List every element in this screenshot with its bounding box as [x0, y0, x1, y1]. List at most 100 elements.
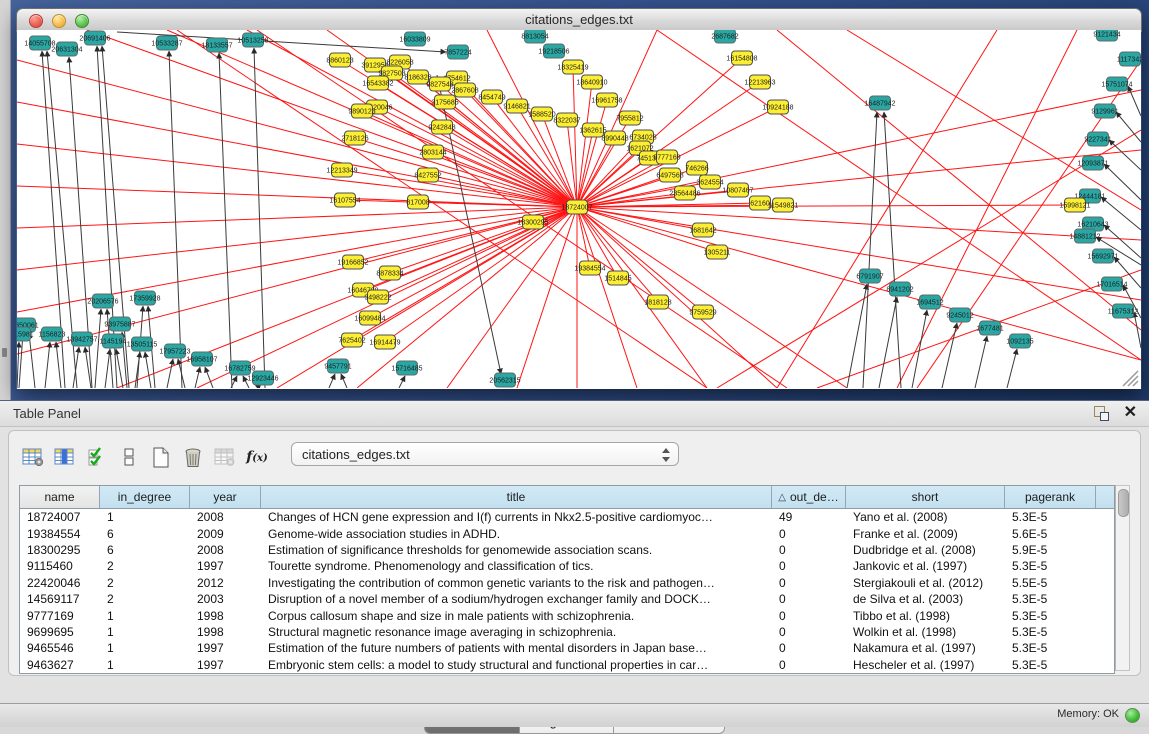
- graph-node[interactable]: 8427552: [414, 168, 441, 182]
- table-row[interactable]: 946554611997Estimation of the future num…: [20, 640, 1114, 656]
- table-cell[interactable]: 5.3E-5: [1005, 607, 1096, 623]
- table-cell[interactable]: 0: [772, 607, 846, 623]
- table-cell[interactable]: 2012: [190, 575, 261, 591]
- table-cell[interactable]: Wolkin et al. (1998): [846, 624, 1005, 640]
- table-cell[interactable]: 1997: [190, 558, 261, 574]
- delete-table-icon[interactable]: [181, 444, 205, 470]
- table-row[interactable]: 2242004622012Investigating the contribut…: [20, 575, 1114, 591]
- graph-node[interactable]: 2718126: [341, 131, 368, 145]
- table-row[interactable]: 969969511998Structural magnetic resonanc…: [20, 624, 1114, 640]
- graph-node[interactable]: 8941202: [886, 282, 913, 296]
- graph-node[interactable]: 12093871: [1077, 156, 1108, 170]
- table-cell[interactable]: Hescheler et al. (1997): [846, 657, 1005, 673]
- graph-node[interactable]: 1156823: [39, 327, 66, 341]
- graph-node[interactable]: 2803144: [419, 145, 446, 159]
- graph-node[interactable]: 1305211: [704, 245, 731, 259]
- graph-node[interactable]: 8813054: [521, 30, 548, 43]
- table-cell[interactable]: 2009: [190, 525, 261, 541]
- table-settings-icon[interactable]: [21, 444, 45, 470]
- table-row[interactable]: 946362711997Embryonic stem cells: a mode…: [20, 657, 1114, 673]
- table-cell[interactable]: Embryonic stem cells: a model to study s…: [261, 657, 772, 673]
- column-header-pagerank[interactable]: pagerank: [1005, 486, 1096, 508]
- table-cell[interactable]: Estimation of significance thresholds fo…: [261, 542, 772, 558]
- graph-node[interactable]: 9890123: [348, 104, 375, 118]
- graph-node[interactable]: 3175685: [431, 95, 458, 109]
- graph-node[interactable]: 746266: [685, 161, 708, 175]
- graph-node[interactable]: 1145194: [100, 334, 127, 348]
- show-columns-icon[interactable]: [53, 444, 77, 470]
- graph-node[interactable]: 16154808: [726, 51, 757, 65]
- graph-node[interactable]: 11549821: [768, 198, 799, 212]
- table-cell[interactable]: 5.6E-5: [1005, 525, 1096, 541]
- table-cell[interactable]: 22420046: [20, 575, 100, 591]
- graph-node[interactable]: 19218506: [538, 44, 569, 58]
- graph-node[interactable]: 8860123: [326, 53, 353, 67]
- graph-node[interactable]: 17016514: [1096, 277, 1127, 291]
- graph-node[interactable]: 817008: [406, 195, 429, 209]
- graph-node[interactable]: 7955812: [616, 111, 643, 125]
- table-cell[interactable]: 1997: [190, 657, 261, 673]
- graph-node[interactable]: 1117342: [1117, 52, 1141, 66]
- table-vertical-scrollbar[interactable]: [1115, 485, 1130, 671]
- table-cell[interactable]: 2: [100, 591, 190, 607]
- table-cell[interactable]: 0: [772, 525, 846, 541]
- table-cell[interactable]: Disruption of a novel member of a sodium…: [261, 591, 772, 607]
- table-cell[interactable]: 5.5E-5: [1005, 575, 1096, 591]
- select-rows-icon[interactable]: [85, 444, 109, 470]
- table-cell[interactable]: 0: [772, 657, 846, 673]
- graph-node[interactable]: 9121434: [1093, 30, 1120, 41]
- table-cell[interactable]: Tibbo et al. (1998): [846, 607, 1005, 623]
- table-cell[interactable]: Genome-wide association studies in ADHD.: [261, 525, 772, 541]
- graph-node[interactable]: 16914479: [369, 335, 400, 349]
- graph-node[interactable]: 8454749: [478, 90, 505, 104]
- graph-node[interactable]: 9457791: [324, 359, 351, 373]
- graph-node[interactable]: 6497568: [656, 168, 683, 182]
- graph-node[interactable]: 9777169: [653, 150, 680, 164]
- table-cell[interactable]: 1: [100, 509, 190, 525]
- table-cell[interactable]: Structural magnetic resonance image aver…: [261, 624, 772, 640]
- table-cell[interactable]: Jankovic et al. (1997): [846, 558, 1005, 574]
- table-row[interactable]: 911546021997Tourette syndrome. Phenomeno…: [20, 558, 1114, 574]
- graph-node[interactable]: 12213963: [744, 75, 775, 89]
- table-cell[interactable]: 0: [772, 542, 846, 558]
- table-cell[interactable]: 9463627: [20, 657, 100, 673]
- network-canvas[interactable]: 1405570820631304206914061053328718133557…: [17, 30, 1141, 388]
- float-panel-icon[interactable]: [1093, 405, 1109, 421]
- left-splitter[interactable]: [0, 0, 11, 400]
- graph-node[interactable]: 16107554: [329, 193, 360, 207]
- table-cell[interactable]: 0: [772, 558, 846, 574]
- table-cell[interactable]: 1997: [190, 640, 261, 656]
- graph-node[interactable]: 7625402: [338, 333, 365, 347]
- graph-node[interactable]: 19166852: [337, 255, 368, 269]
- table-cell[interactable]: 14569117: [20, 591, 100, 607]
- graph-node[interactable]: 8322037: [553, 113, 580, 127]
- table-cell[interactable]: 2: [100, 558, 190, 574]
- column-header-in_degree[interactable]: in_degree: [100, 486, 190, 508]
- table-cell[interactable]: 49: [772, 509, 846, 525]
- table-cell[interactable]: 5.3E-5: [1005, 509, 1096, 525]
- graph-node[interactable]: 20691406: [79, 31, 110, 45]
- graph-node[interactable]: 19384554: [574, 261, 605, 275]
- table-cell[interactable]: 6: [100, 542, 190, 558]
- table-cell[interactable]: Corpus callosum shape and size in male p…: [261, 607, 772, 623]
- graph-node[interactable]: 1818128: [644, 295, 671, 309]
- table-cell[interactable]: 2008: [190, 542, 261, 558]
- graph-node[interactable]: 16487942: [864, 96, 895, 110]
- table-cell[interactable]: de Silva et al. (2003): [846, 591, 1005, 607]
- table-cell[interactable]: 9465546: [20, 640, 100, 656]
- table-row[interactable]: 977716911998Corpus callosum shape and si…: [20, 607, 1114, 623]
- graph-node[interactable]: 3624554: [696, 175, 723, 189]
- table-cell[interactable]: 5.3E-5: [1005, 591, 1096, 607]
- graph-node[interactable]: 10807467: [722, 183, 753, 197]
- table-cell[interactable]: Stergiakouli et al. (2012): [846, 575, 1005, 591]
- network-select[interactable]: citations_edges.txt: [291, 442, 679, 466]
- table-cell[interactable]: 2003: [190, 591, 261, 607]
- graph-node[interactable]: 1092135: [1006, 334, 1033, 348]
- graph-node[interactable]: 15692971: [1087, 249, 1118, 263]
- graph-node[interactable]: 20206576: [87, 294, 118, 308]
- column-header-out_de[interactable]: △out_de…: [772, 486, 846, 508]
- graph-node[interactable]: 20631304: [51, 42, 82, 56]
- graph-node[interactable]: 12923446: [247, 371, 278, 385]
- table-cell[interactable]: 5.3E-5: [1005, 657, 1096, 673]
- row-height-icon[interactable]: [117, 444, 141, 470]
